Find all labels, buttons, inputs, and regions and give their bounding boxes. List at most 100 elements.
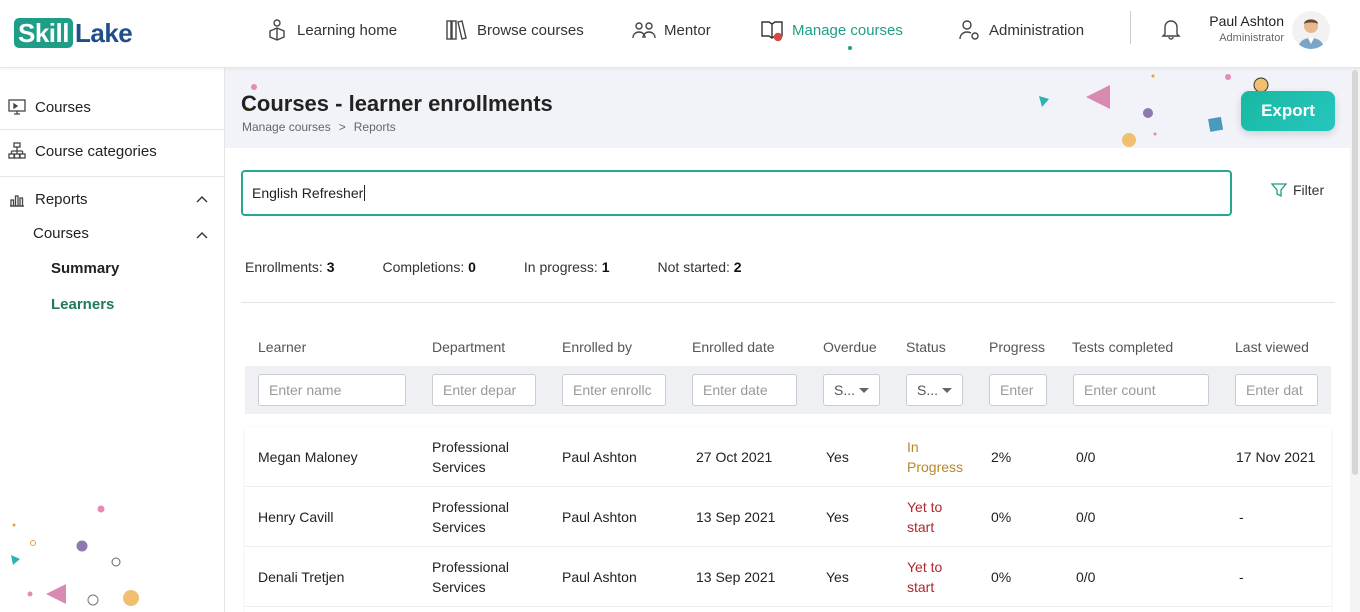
- cell-enrolled-by: Paul Ashton: [562, 569, 637, 585]
- filter-overdue-value: S...: [834, 382, 856, 398]
- cell-department-line: Services: [432, 519, 486, 535]
- column-header-enrolled-by[interactable]: Enrolled by: [562, 339, 632, 355]
- stat-value: 2: [733, 259, 742, 275]
- nav-administration[interactable]: Administration: [957, 14, 1084, 46]
- cell-enrolled-date: 27 Oct 2021: [696, 449, 773, 465]
- column-header-status[interactable]: Status: [906, 339, 946, 355]
- cell-department: Professional Services: [432, 437, 509, 477]
- stat-not-started: Not started: 2: [658, 259, 742, 275]
- scrollbar-thumb[interactable]: [1352, 70, 1358, 475]
- sidebar-sub-summary[interactable]: Summary: [51, 260, 119, 277]
- filter-overdue-select[interactable]: S...: [823, 374, 880, 406]
- column-header-enrolled-date[interactable]: Enrolled date: [692, 339, 775, 355]
- skilllake-logo[interactable]: Skill Lake: [14, 17, 133, 49]
- sidebar-item-reports[interactable]: Reports: [0, 178, 224, 220]
- page-header: Courses - learner enrollments Manage cou…: [225, 68, 1350, 148]
- cell-department-line: Services: [432, 459, 486, 475]
- table-body: Megan Maloney Professional Services Paul …: [245, 427, 1331, 612]
- nav-mentor[interactable]: Mentor: [632, 14, 711, 46]
- nav-manage-courses[interactable]: Manage courses: [760, 14, 903, 46]
- cell-last-viewed: 17 Nov 2021: [1236, 449, 1316, 465]
- sidebar-item-course-categories[interactable]: Course categories: [0, 130, 224, 172]
- cell-department: Professional Services: [432, 557, 509, 597]
- breadcrumb-manage-courses[interactable]: Manage courses: [242, 120, 331, 134]
- hierarchy-icon: [8, 142, 26, 159]
- confetti-decoration: [11, 505, 139, 606]
- filter-button-label: Filter: [1293, 182, 1325, 198]
- avatar[interactable]: [1292, 11, 1330, 49]
- filter-status-value: S...: [917, 382, 939, 398]
- enrollment-stats: Enrollments: 3 Completions: 0 In progres…: [245, 259, 790, 275]
- column-header-tests-completed[interactable]: Tests completed: [1072, 339, 1173, 355]
- stat-value: 3: [326, 259, 335, 275]
- cell-status-line: Yet to: [907, 559, 943, 575]
- column-header-learner[interactable]: Learner: [258, 339, 306, 355]
- filter-progress-input[interactable]: Enter: [989, 374, 1047, 406]
- cell-last-viewed: -: [1239, 509, 1244, 525]
- sidebar-item-course-categories-label: Course categories: [35, 142, 157, 160]
- cell-status-line: Yet to: [907, 499, 943, 515]
- filter-learner-input[interactable]: Enter name: [258, 374, 406, 406]
- cell-department-line: Services: [432, 579, 486, 595]
- cell-tests-completed: 0/0: [1076, 449, 1096, 465]
- page-title: Courses - learner enrollments: [241, 91, 553, 116]
- column-header-overdue[interactable]: Overdue: [823, 339, 877, 355]
- cell-overdue: Yes: [826, 509, 849, 525]
- sidebar-item-reports-label: Reports: [35, 190, 88, 208]
- filter-tests-input[interactable]: Enter count: [1073, 374, 1209, 406]
- table-row[interactable]: Megan Maloney Professional Services Paul …: [245, 427, 1331, 487]
- nav-learning-home[interactable]: Learning home: [265, 14, 397, 46]
- section-divider: [241, 302, 1335, 303]
- cell-tests-completed: 0/0: [1076, 569, 1096, 585]
- stat-value: 1: [601, 259, 610, 275]
- export-button[interactable]: Export: [1241, 91, 1335, 131]
- filter-enrolled-by-input[interactable]: Enter enrollc: [562, 374, 666, 406]
- filter-button[interactable]: Filter: [1271, 182, 1324, 198]
- table-row[interactable]: Henry Cavill Professional Services Paul A…: [245, 487, 1331, 547]
- search-input[interactable]: English Refresher: [241, 170, 1232, 216]
- cell-last-viewed: -: [1239, 569, 1244, 585]
- chevron-up-icon[interactable]: [196, 195, 208, 203]
- filter-last-viewed-input[interactable]: Enter dat: [1235, 374, 1318, 406]
- column-header-progress[interactable]: Progress: [989, 339, 1045, 355]
- sidebar-item-courses[interactable]: Courses: [0, 86, 224, 128]
- cell-learner[interactable]: Denali Tretjen: [258, 567, 344, 587]
- cell-department-line: Professional: [432, 439, 510, 455]
- cell-status: Yet to start: [907, 557, 942, 597]
- cell-department: Professional Services: [432, 497, 509, 537]
- nav-administration-label: Administration: [989, 21, 1085, 39]
- cell-progress: 0%: [991, 569, 1012, 585]
- admin-icon: [959, 20, 979, 40]
- stat-value: 0: [468, 259, 476, 275]
- mentor-icon: [632, 22, 656, 39]
- filter-department-input[interactable]: Enter depar: [432, 374, 536, 406]
- breadcrumb-separator: >: [338, 120, 346, 134]
- learning-home-icon: [269, 19, 285, 41]
- nav-browse-courses[interactable]: Browse courses: [445, 14, 584, 46]
- cell-enrolled-by: Paul Ashton: [562, 509, 637, 525]
- page-scrollbar[interactable]: [1350, 68, 1360, 612]
- breadcrumb: Manage courses > Reports: [242, 120, 396, 134]
- logo-part-2: Lake: [74, 17, 133, 48]
- chevron-up-icon[interactable]: [196, 231, 208, 239]
- cell-status-line: start: [907, 579, 935, 595]
- table-row[interactable]: Denali Tretjen Professional Services Paul…: [245, 547, 1331, 607]
- cell-learner[interactable]: Megan Maloney: [258, 447, 358, 467]
- user-name[interactable]: Paul Ashton: [1140, 13, 1284, 29]
- column-header-department[interactable]: Department: [432, 339, 505, 355]
- nav-browse-courses-label: Browse courses: [477, 21, 584, 39]
- sidebar-sub-learners[interactable]: Learners: [51, 296, 114, 313]
- cell-learner[interactable]: Henry Cavill: [258, 507, 333, 527]
- top-bar: Skill Lake Learning home Browse courses …: [0, 0, 1360, 68]
- sidebar-item-courses-label: Courses: [35, 98, 91, 116]
- monitor-icon: [8, 99, 26, 115]
- stat-label: Completions:: [382, 259, 465, 275]
- filter-status-select[interactable]: S...: [906, 374, 963, 406]
- nav-learning-home-label: Learning home: [297, 21, 398, 39]
- sidebar-sub-courses[interactable]: Courses: [33, 225, 89, 242]
- books-icon: [446, 20, 467, 40]
- cell-progress: 2%: [991, 449, 1012, 465]
- column-header-last-viewed[interactable]: Last viewed: [1235, 339, 1309, 355]
- filter-enrolled-date-input[interactable]: Enter date: [692, 374, 797, 406]
- nav-mentor-label: Mentor: [664, 21, 711, 39]
